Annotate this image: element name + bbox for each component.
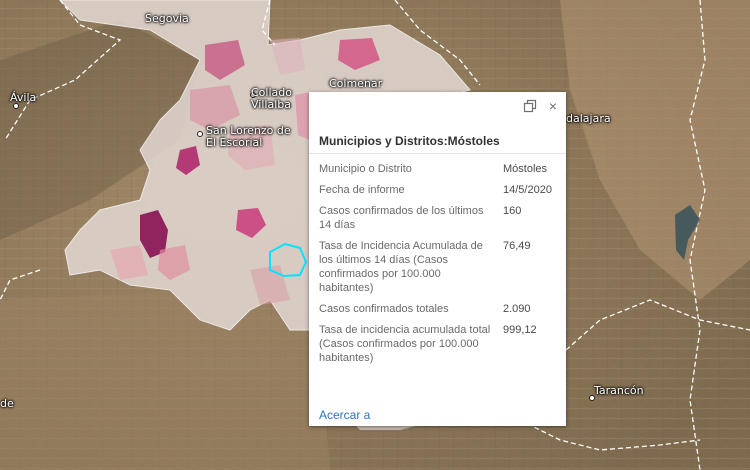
attribute-label: Municipio o Distrito (319, 163, 412, 175)
attribute-row: Municipio o Distrito Móstoles (319, 162, 559, 183)
place-label-collado: Collado Villalba (251, 87, 292, 111)
attribute-value: 160 (503, 205, 522, 217)
place-label-edge: de (0, 397, 14, 410)
sanlorenzo-line: San Lorenzo de El Escorial (206, 124, 291, 149)
popup-divider (309, 153, 566, 154)
attribute-table: Municipio o Distrito Móstoles Fecha de inf… (319, 162, 559, 372)
dock-icon[interactable] (522, 98, 538, 114)
attribute-value: Móstoles (503, 163, 548, 175)
attribute-value: 999,12 (503, 324, 537, 336)
attribute-row: Casos confirmados totales 2.090 (319, 302, 559, 323)
place-label-colmenar: Colmenar (329, 77, 383, 90)
place-label-avila: Ávila (10, 91, 37, 104)
place-label-guadalajara: dalajara (566, 112, 611, 125)
attribute-label: Tasa de Incidencia Acumulada de los últi… (319, 240, 483, 294)
place-label-sanlorenzo: San Lorenzo de El Escorial (206, 125, 291, 149)
place-label-tarancon: Tarancón (594, 384, 644, 397)
dock-icon (523, 99, 537, 113)
place-dot-sanlorenzo (197, 131, 203, 137)
collado-line: Collado Villalba (251, 86, 292, 111)
attribute-label: Tasa de incidencia acumulada total (Caso… (319, 324, 491, 364)
popup-title: Municipios y Distritos:Móstoles (319, 134, 500, 148)
attribute-value: 14/5/2020 (503, 184, 552, 196)
place-label-segovia: Segovia (145, 12, 189, 25)
attribute-row: Casos confirmados de los últimos 14 días… (319, 204, 559, 239)
close-icon[interactable]: × (545, 98, 561, 114)
attribute-label: Fecha de informe (319, 184, 405, 196)
farmland-patch (0, 290, 330, 470)
info-popup: × Municipios y Distritos:Móstoles Munici… (309, 92, 566, 426)
attribute-row: Tasa de Incidencia Acumulada de los últi… (319, 239, 559, 302)
attribute-label: Casos confirmados totales (319, 303, 449, 315)
attribute-value: 76,49 (503, 240, 531, 252)
attribute-value: 2.090 (503, 303, 531, 315)
attribute-label: Casos confirmados de los últimos 14 días (319, 205, 484, 231)
attribute-row: Fecha de informe 14/5/2020 (319, 183, 559, 204)
attribute-row: Tasa de incidencia acumulada total (Caso… (319, 323, 559, 372)
zoom-to-link[interactable]: Acercar a (319, 408, 370, 422)
popup-toolbar: × (309, 92, 566, 120)
